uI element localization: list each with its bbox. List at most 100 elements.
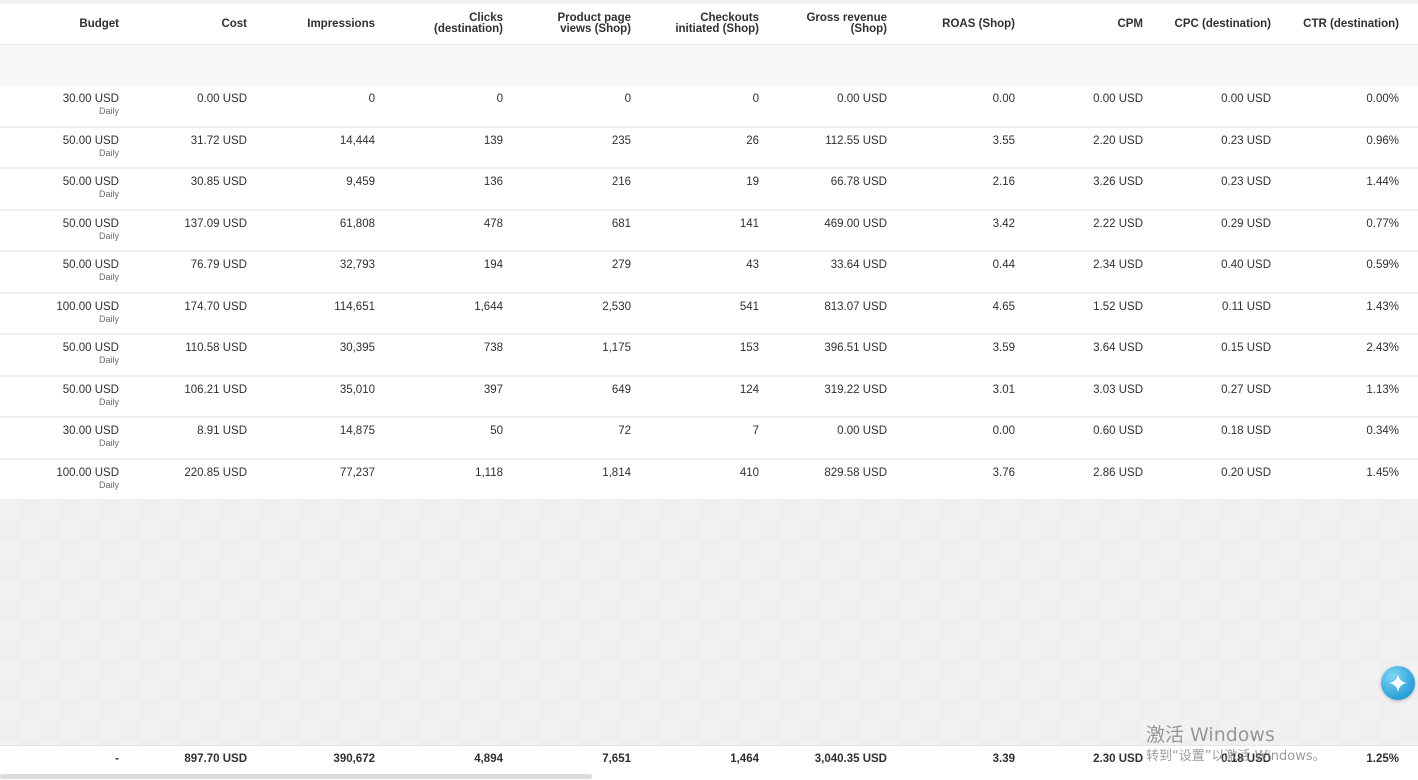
table-row[interactable]: 50.00 USD Daily 31.72 USD 14,444 139 235 26 112… <box>0 127 1418 169</box>
table-row[interactable]: 50.00 USD Daily 76.79 USD 32,793 194 279 43 33.… <box>0 252 1418 294</box>
cell-value: 2.43% <box>1366 342 1399 354</box>
total-cpc: 0.18 USD <box>1221 753 1271 765</box>
cell-value: 410 <box>739 466 759 479</box>
cell-value: 813.07 USD <box>824 300 887 313</box>
cell-value: 50.00 USD <box>62 342 119 354</box>
column-header-ctr[interactable]: CTR (destination) <box>1279 4 1399 44</box>
cell-value: 153 <box>739 342 759 354</box>
column-header-ppv[interactable]: Product page views (Shop) <box>511 4 631 44</box>
column-header-cpm[interactable]: CPM <box>1023 4 1143 44</box>
cell-value: 8.91 USD <box>197 425 247 437</box>
cell-value: 31.72 USD <box>190 134 247 147</box>
cell-value: 66.78 USD <box>830 176 887 188</box>
cell-value: 30.00 USD <box>62 425 119 437</box>
cell-value: 3.01 <box>992 383 1015 396</box>
column-header-label: (destination) <box>434 23 503 35</box>
cell-ctr: 2.43% <box>1279 342 1399 354</box>
horizontal-scrollbar[interactable] <box>0 773 1418 780</box>
table-row[interactable]: 100.00 USD Daily 220.85 USD 77,237 1,118 1,81… <box>0 459 1418 501</box>
column-header-cpc[interactable]: CPC (destination) <box>1151 4 1271 44</box>
cell-ppv: 2,530 <box>511 301 631 313</box>
budget-period: Daily <box>98 438 119 448</box>
table-body: 30.00 USD Daily 0.00 USD 0 0 0 0 0.00 USD 0.00 0.… <box>0 86 1418 501</box>
cell-value: 396.51 USD <box>824 342 887 354</box>
cell-checkouts: 7 <box>639 425 759 437</box>
cell-budget: 100.00 USD Daily <box>0 301 119 324</box>
cell-value: 0.59% <box>1366 259 1399 271</box>
cell-roas: 3.59 <box>895 342 1015 354</box>
table-spacer-row <box>0 44 1418 87</box>
budget-period: Daily <box>98 313 119 324</box>
cell-value: 1.43% <box>1366 300 1399 313</box>
cell-ctr: 0.34% <box>1279 425 1399 437</box>
cell-value: 1,644 <box>474 300 503 313</box>
column-header-budget[interactable]: Budget <box>0 4 119 44</box>
cell-value: 235 <box>611 134 631 147</box>
cell-cpc: 0.29 USD <box>1151 218 1271 230</box>
cell-roas: 3.42 <box>895 218 1015 230</box>
table-row[interactable]: 30.00 USD Daily 0.00 USD 0 0 0 0 0.00 USD 0.00 0.… <box>0 86 1418 128</box>
cell-value: 141 <box>739 217 759 230</box>
column-header-revenue[interactable]: Gross revenue (Shop) <box>767 4 887 44</box>
cell-value: 124 <box>739 383 759 396</box>
column-header-checkouts[interactable]: Checkouts initiated (Shop) <box>639 4 759 44</box>
cell-value: 0 <box>496 93 503 105</box>
cell-budget: 100.00 USD Daily <box>0 467 119 490</box>
cell-impressions: 35,010 <box>255 384 375 396</box>
table-row[interactable]: 50.00 USD Daily 30.85 USD 9,459 136 216 19 66.7… <box>0 169 1418 211</box>
column-header-impressions[interactable]: Impressions <box>255 4 375 44</box>
cell-ctr: 1.44% <box>1279 176 1399 188</box>
cell-impressions: 14,444 <box>255 135 375 147</box>
cell-clicks: 1,644 <box>383 301 503 313</box>
cell-value: 0.00 USD <box>1093 93 1143 105</box>
cell-budget: 50.00 USD Daily <box>0 218 119 241</box>
cell-clicks: 1,118 <box>383 467 503 479</box>
cell-clicks: 478 <box>383 218 503 230</box>
total-clicks: 4,894 <box>474 753 503 765</box>
cell-value: 50.00 USD <box>62 176 119 188</box>
cell-cost: 76.79 USD <box>127 259 247 271</box>
cell-value: 681 <box>611 217 631 230</box>
table-row[interactable]: 50.00 USD Daily 106.21 USD 35,010 397 649 124 3… <box>0 376 1418 418</box>
column-header-roas[interactable]: ROAS (Shop) <box>895 4 1015 44</box>
assistant-button[interactable] <box>1381 666 1415 700</box>
total-impressions: 390,672 <box>333 753 375 765</box>
cell-revenue: 396.51 USD <box>767 342 887 354</box>
cell-checkouts: 410 <box>639 467 759 479</box>
cell-value: 478 <box>483 217 503 230</box>
table-row[interactable]: 100.00 USD Daily 174.70 USD 114,651 1,644 2,5… <box>0 293 1418 335</box>
table-header: Budget Cost Impressions Clicks (destination)… <box>0 0 1418 44</box>
cell-impressions: 77,237 <box>255 467 375 479</box>
cell-cost: 30.85 USD <box>127 176 247 188</box>
column-header-cost[interactable]: Cost <box>127 4 247 44</box>
cell-revenue: 469.00 USD <box>767 218 887 230</box>
horizontal-scrollbar-thumb[interactable] <box>0 774 592 779</box>
cell-cpm: 2.86 USD <box>1023 467 1143 479</box>
table-row[interactable]: 50.00 USD Daily 137.09 USD 61,808 478 681 141 4… <box>0 210 1418 252</box>
column-header-clicks[interactable]: Clicks (destination) <box>383 4 503 44</box>
cell-clicks: 738 <box>383 342 503 354</box>
cell-value: 1.45% <box>1366 466 1399 479</box>
cell-value: 136 <box>483 176 503 188</box>
cell-cpc: 0.27 USD <box>1151 384 1271 396</box>
cell-checkouts: 541 <box>639 301 759 313</box>
table-row[interactable]: 50.00 USD Daily 110.58 USD 30,395 738 1,175 15… <box>0 335 1418 377</box>
cell-value: 1.13% <box>1366 383 1399 396</box>
budget-period: Daily <box>98 355 119 365</box>
cell-value: 61,808 <box>339 217 375 230</box>
cell-value: 50.00 USD <box>62 134 119 147</box>
cell-clicks: 194 <box>383 259 503 271</box>
cell-ctr: 1.45% <box>1279 467 1399 479</box>
cell-roas: 3.76 <box>895 467 1015 479</box>
cell-value: 30.00 USD <box>62 93 119 105</box>
cell-budget: 30.00 USD Daily <box>0 93 119 116</box>
cell-value: 220.85 USD <box>184 466 247 479</box>
cell-value: 174.70 USD <box>184 300 247 313</box>
cell-clicks: 136 <box>383 176 503 188</box>
cell-cpm: 2.34 USD <box>1023 259 1143 271</box>
cell-value: 9,459 <box>346 176 375 188</box>
column-header-label: CPM <box>1117 17 1143 30</box>
table-row[interactable]: 30.00 USD Daily 8.91 USD 14,875 50 72 7 0.00 US… <box>0 418 1418 460</box>
cell-checkouts: 26 <box>639 135 759 147</box>
column-header-label: views (Shop) <box>560 23 631 35</box>
